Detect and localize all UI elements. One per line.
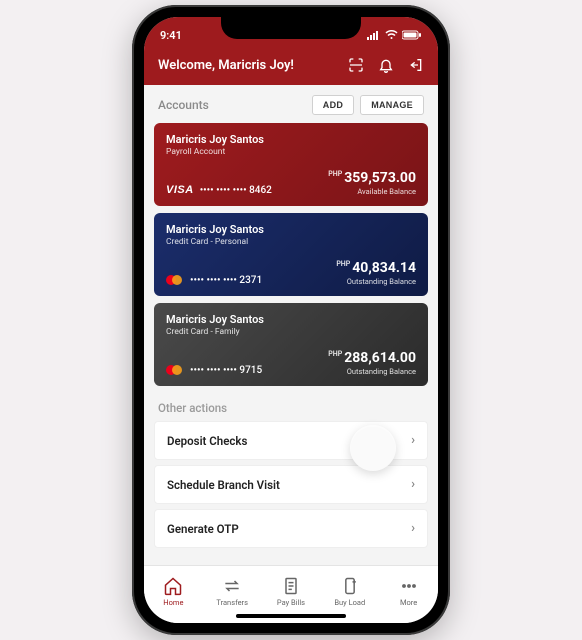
balance-label: Available Balance [328,187,416,196]
tab-buy-load[interactable]: Buy Load [324,576,376,607]
account-name: Maricris Joy Santos [166,133,416,146]
action-label: Schedule Branch Visit [167,478,280,492]
mastercard-logo [166,274,184,286]
transfers-icon [222,576,242,596]
card-number: VISA •••• •••• •••• 8462 [166,184,272,196]
wifi-icon [385,30,398,40]
tab-pay-bills[interactable]: Pay Bills [265,576,317,607]
chevron-right-icon: › [411,433,415,448]
tab-home[interactable]: Home [147,576,199,607]
tab-label: Buy Load [334,598,365,607]
add-button[interactable]: ADD [312,95,354,115]
other-actions-title: Other actions [154,393,428,421]
floating-button[interactable] [350,425,396,471]
account-type: Credit Card - Family [166,327,416,337]
card-number: •••• •••• •••• 2371 [166,274,262,286]
balance-label: Outstanding Balance [328,367,416,376]
tab-label: Home [163,598,183,607]
action-generate-otp[interactable]: Generate OTP › [154,509,428,548]
notch [221,17,361,39]
bell-icon[interactable] [378,57,394,73]
account-name: Maricris Joy Santos [166,313,416,326]
tab-label: More [400,598,417,607]
account-card-credit-family[interactable]: Maricris Joy Santos Credit Card - Family… [154,303,428,386]
balance-label: Outstanding Balance [336,277,416,286]
phone-icon [340,576,360,596]
visa-logo: VISA [166,184,194,196]
main-content[interactable]: Accounts ADD MANAGE Maricris Joy Santos … [144,85,438,565]
account-type: Credit Card - Personal [166,237,416,247]
tab-transfers[interactable]: Transfers [206,576,258,607]
card-number: •••• •••• •••• 9715 [166,364,262,376]
account-balance: 40,834.14 [352,260,416,276]
action-label: Generate OTP [167,522,239,536]
screen: 9:41 Welcome, Maricris Joy! Accounts ADD… [144,17,438,623]
tab-label: Transfers [216,598,248,607]
chevron-right-icon: › [411,521,415,536]
home-icon [163,576,183,596]
account-balance: 359,573.00 [344,170,416,186]
tab-more[interactable]: More [383,576,435,607]
account-name: Maricris Joy Santos [166,223,416,236]
status-icons [367,30,422,40]
logout-icon[interactable] [408,57,424,73]
account-card-payroll[interactable]: Maricris Joy Santos Payroll Account VISA… [154,123,428,206]
status-time: 9:41 [160,29,182,42]
phone-frame: 9:41 Welcome, Maricris Joy! Accounts ADD… [132,5,450,635]
tab-label: Pay Bills [277,598,305,607]
qr-scan-icon[interactable] [348,57,364,73]
receipt-icon [281,576,301,596]
battery-icon [402,30,422,40]
action-schedule-branch[interactable]: Schedule Branch Visit › [154,465,428,504]
accounts-title: Accounts [158,98,209,112]
mastercard-logo [166,364,184,376]
manage-button[interactable]: MANAGE [360,95,424,115]
home-indicator[interactable] [236,614,346,618]
action-label: Deposit Checks [167,434,247,448]
app-header: Welcome, Maricris Joy! [144,49,438,85]
welcome-text: Welcome, Maricris Joy! [158,58,294,73]
chevron-right-icon: › [411,477,415,492]
more-icon [399,576,419,596]
signal-icon [367,30,381,40]
account-balance: 288,614.00 [344,350,416,366]
account-type: Payroll Account [166,147,416,157]
account-card-credit-personal[interactable]: Maricris Joy Santos Credit Card - Person… [154,213,428,296]
